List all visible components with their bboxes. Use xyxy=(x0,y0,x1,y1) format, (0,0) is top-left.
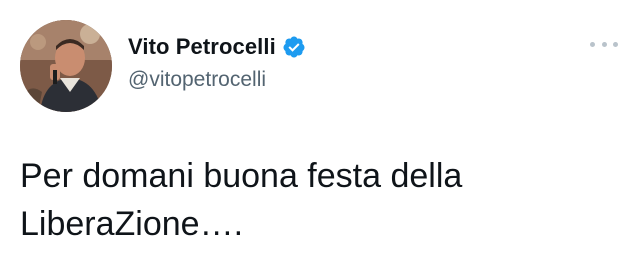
more-icon[interactable] xyxy=(590,34,618,54)
tweet-card: Vito Petrocelli @vitopetrocelli Per doma… xyxy=(0,0,640,272)
author-info: Vito Petrocelli @vitopetrocelli xyxy=(128,32,306,92)
more-dot xyxy=(590,41,595,47)
verified-badge-icon xyxy=(283,36,305,58)
author-name-row: Vito Petrocelli xyxy=(128,32,306,62)
tweet-text: Per domani buona festa della LiberaZione…… xyxy=(20,152,620,248)
more-dot xyxy=(601,41,607,47)
avatar-photo-icon xyxy=(20,20,112,112)
more-dot xyxy=(613,41,618,47)
author-handle[interactable]: @vitopetrocelli xyxy=(128,68,306,92)
avatar[interactable] xyxy=(20,20,112,112)
tweet-text-line-1: Per domani buona festa della xyxy=(20,157,463,195)
author-name[interactable]: Vito Petrocelli xyxy=(128,34,276,60)
tweet-text-line-2: LiberaZione…. xyxy=(20,205,244,243)
